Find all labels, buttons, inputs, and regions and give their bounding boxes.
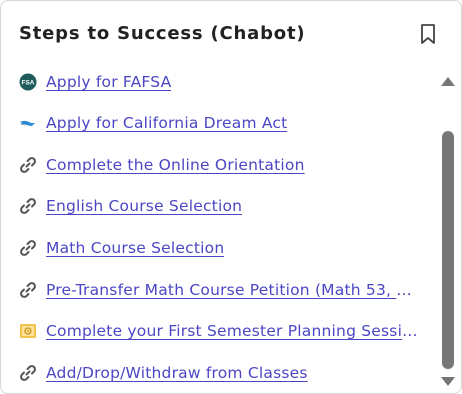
step-link[interactable]: Add/Drop/Withdraw from Classes bbox=[46, 364, 308, 382]
list-item: Apply for California Dream Act bbox=[19, 110, 424, 136]
link-icon bbox=[19, 281, 37, 299]
step-link[interactable]: Apply for FAFSA bbox=[46, 73, 171, 91]
svg-text:FSA: FSA bbox=[22, 80, 35, 87]
list-item: English Course Selection bbox=[19, 193, 424, 219]
list-item: Add/Drop/Withdraw from Classes bbox=[19, 360, 424, 386]
scroll-down-arrow-icon[interactable] bbox=[441, 377, 455, 386]
step-link[interactable]: Complete the Online Orientation bbox=[46, 156, 305, 174]
link-icon bbox=[19, 239, 37, 257]
step-link[interactable]: Math Course Selection bbox=[46, 239, 224, 257]
steps-to-success-card: Steps to Success (Chabot) FSA Apply for … bbox=[0, 0, 462, 394]
list-item: FSA Apply for FAFSA bbox=[19, 69, 424, 95]
scroll-thumb[interactable] bbox=[442, 131, 454, 369]
step-link[interactable]: Apply for California Dream Act bbox=[46, 114, 287, 132]
list-item: Math Course Selection bbox=[19, 235, 424, 261]
steps-list: FSA Apply for FAFSA Apply for California… bbox=[1, 61, 431, 393]
list-item: Complete your First Semester Planning Se… bbox=[19, 318, 424, 344]
bookmark-icon[interactable] bbox=[419, 23, 437, 45]
card-title: Steps to Success (Chabot) bbox=[19, 23, 306, 44]
step-link[interactable]: Complete your First Semester Planning Se… bbox=[46, 322, 418, 340]
vertical-scrollbar[interactable] bbox=[439, 71, 457, 389]
scroll-up-arrow-icon[interactable] bbox=[441, 77, 455, 86]
list-item: Pre-Transfer Math Course Petition (Math … bbox=[19, 277, 424, 303]
step-link[interactable]: Pre-Transfer Math Course Petition (Math … bbox=[46, 281, 418, 299]
list-item: Complete the Online Orientation bbox=[19, 152, 424, 178]
link-icon bbox=[19, 364, 37, 382]
link-icon bbox=[19, 156, 37, 174]
california-dream-act-icon bbox=[19, 114, 37, 132]
fafsa-logo-icon: FSA bbox=[19, 73, 37, 91]
link-icon bbox=[19, 197, 37, 215]
planning-session-icon bbox=[19, 322, 37, 340]
step-link[interactable]: English Course Selection bbox=[46, 197, 242, 215]
